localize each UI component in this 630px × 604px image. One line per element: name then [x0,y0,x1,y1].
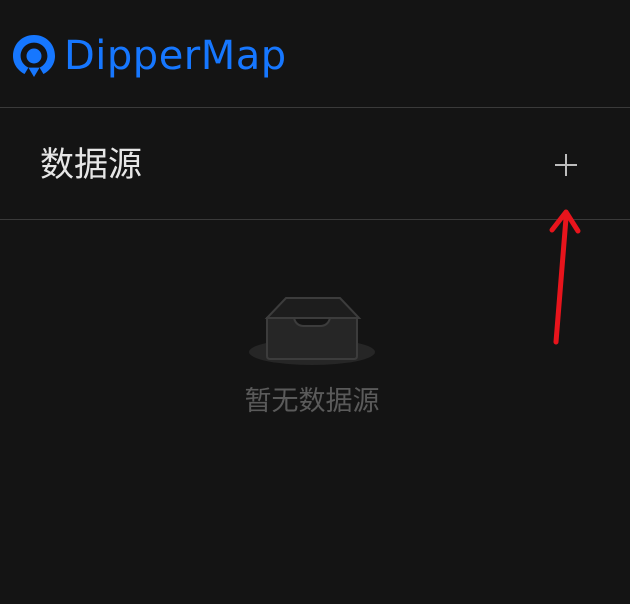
datasource-section-header: 数据源 [0,109,630,220]
app-window: DipperMap 数据源 暂无数据源 [0,0,630,604]
dippermap-logo-icon [13,35,55,77]
add-datasource-button[interactable] [540,139,592,191]
empty-inbox-icon [249,297,375,365]
app-header: DipperMap [0,0,630,108]
app-name: DipperMap [64,33,287,79]
empty-state: 暂无数据源 [0,270,630,430]
section-title: 数据源 [40,145,142,185]
empty-message: 暂无数据源 [244,386,380,417]
